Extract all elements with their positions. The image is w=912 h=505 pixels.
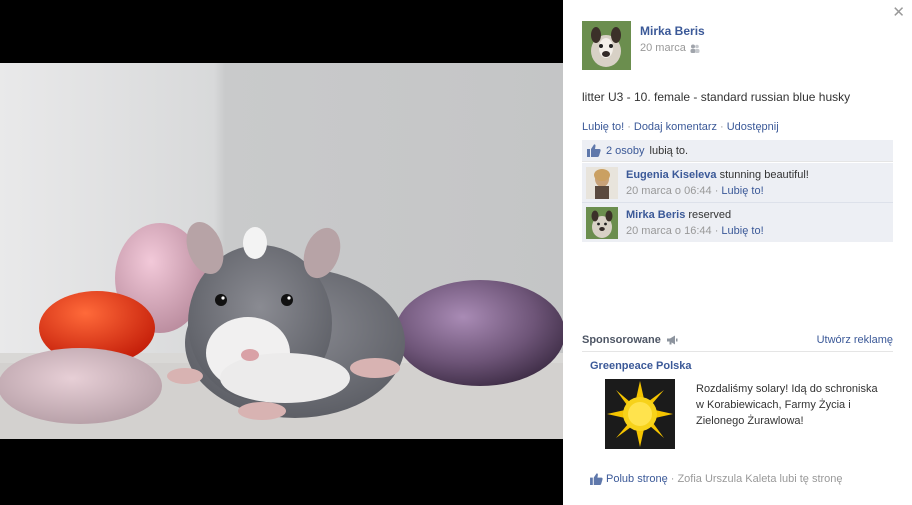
feedback-box: 2 osoby lubią to. Eugenia Kiseleva stunn… [582,140,893,242]
comment-body: Eugenia Kiseleva stunning beautiful! 20 … [626,167,809,198]
comment-text: reserved [688,209,732,221]
friends-icon[interactable] [690,44,700,53]
share-link[interactable]: Udostępnij [727,121,779,133]
comment-time[interactable]: 20 marca o 06:44 [626,185,712,197]
post-photo[interactable] [0,63,563,439]
thumbs-up-icon [587,144,601,157]
likes-row: 2 osoby lubią to. [582,140,893,162]
comment-time[interactable]: 20 marca o 16:44 [626,225,712,237]
post-side-panel: ✕ Mirka Beris 20 marca litter U3 - 10. f… [563,0,912,505]
post-actions: Lubię to! · Dodaj komentarz · Udostępnij [582,121,779,133]
comment-like-link[interactable]: Lubię to! [721,225,763,237]
likes-count-link[interactable]: 2 osoby [606,145,645,157]
comment-avatar[interactable] [586,167,618,199]
ad-footer: Polub stronę · Zofia Urszula Kaleta lubi… [590,473,893,485]
create-ad-link[interactable]: Utwórz reklamę [817,334,893,346]
like-page-link[interactable]: Polub stronę [606,473,668,485]
comment-body: Mirka Beris reserved 20 marca o 16:44 · … [626,207,764,238]
comment-author-link[interactable]: Mirka Beris [626,209,685,221]
separator-dot: · [720,121,724,133]
avatar-image [582,21,631,70]
comment-item: Mirka Beris reserved 20 marca o 16:44 · … [582,202,893,242]
post-date-row: 20 marca [640,42,705,54]
post-author: Mirka Beris 20 marca [582,21,705,70]
avatar-image [586,207,618,239]
add-comment-link[interactable]: Dodaj komentarz [634,121,717,133]
close-icon[interactable]: ✕ [892,3,905,21]
ad-text[interactable]: Rozdaliśmy solary! Idą do schroniska w K… [696,381,886,449]
thumbs-up-icon [590,473,603,485]
sun-icon [605,379,675,449]
likes-suffix: lubią to. [649,144,689,157]
photo-stage [0,0,563,505]
ad-page-name-link[interactable]: Greenpeace Polska [590,360,893,372]
sponsored-title-row: Sponsorowane [582,334,678,346]
comment-like-link[interactable]: Lubię to! [721,185,763,197]
comment-author-link[interactable]: Eugenia Kiseleva [626,169,717,181]
rat-photo-image [0,63,563,439]
social-context: Zofia Urszula Kaleta lubi tę stronę [677,473,843,485]
separator-dot: · [714,185,719,197]
like-link[interactable]: Lubię to! [582,121,624,133]
post-date[interactable]: 20 marca [640,42,686,54]
ad-content: Rozdaliśmy solary! Idą do schroniska w K… [605,379,893,449]
post-caption: litter U3 - 10. female - standard russia… [582,90,851,104]
separator-dot: · [670,473,675,485]
separator-dot: · [714,225,719,237]
separator-dot: · [627,121,631,133]
author-name-link[interactable]: Mirka Beris [640,24,705,38]
sponsored-title: Sponsorowane [582,334,661,346]
sponsored-header: Sponsorowane Utwórz reklamę [582,334,893,352]
comment-item: Eugenia Kiseleva stunning beautiful! 20 … [582,162,893,202]
author-avatar[interactable] [582,21,631,70]
sponsored-section: Sponsorowane Utwórz reklamę Greenpeace P… [582,334,893,485]
megaphone-icon [666,335,678,345]
comment-avatar[interactable] [586,207,618,239]
avatar-image [586,167,618,199]
comment-text: stunning beautiful! [719,169,809,181]
ad-image[interactable] [605,379,675,449]
